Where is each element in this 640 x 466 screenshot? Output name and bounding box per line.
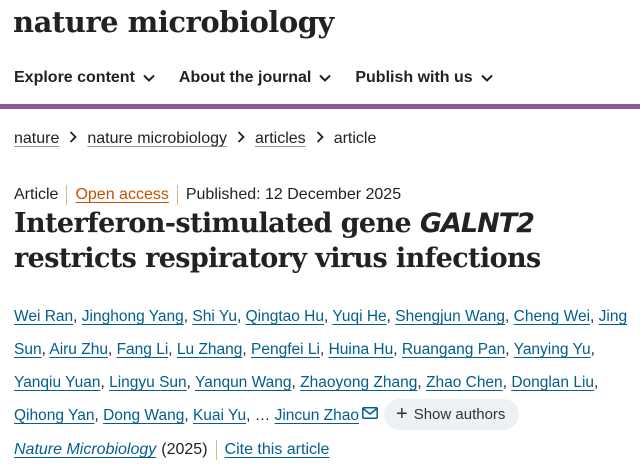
nav-label: Explore content xyxy=(14,69,135,86)
author-separator: , xyxy=(386,308,396,325)
article-type: Article xyxy=(14,186,59,203)
citation-line: Nature Microbiology (2025) Cite this art… xyxy=(14,440,329,460)
breadcrumb-current: article xyxy=(333,130,377,147)
author-separator: , xyxy=(186,374,196,391)
author-separator: , xyxy=(73,308,82,325)
published-date: Published: 12 December 2025 xyxy=(185,186,402,203)
author-link[interactable]: Qihong Yan xyxy=(14,407,94,424)
chevron-down-icon xyxy=(319,74,332,82)
author-link[interactable]: Yanying Yu xyxy=(514,341,591,358)
chevron-right-icon xyxy=(69,130,78,148)
author-link[interactable]: Shi Yu xyxy=(192,308,237,325)
chevron-down-icon xyxy=(480,74,493,82)
author-separator: , xyxy=(319,341,329,358)
title-part: restricts respiratory virus infections xyxy=(14,243,541,274)
author-separator: , xyxy=(107,341,117,358)
author-link[interactable]: Pengfei Li xyxy=(251,341,320,358)
citation-divider xyxy=(215,440,217,460)
article-title: Interferon-stimulated gene GALNT2 restri… xyxy=(14,206,634,276)
journal-link[interactable]: Nature Microbiology xyxy=(14,441,156,459)
breadcrumb-link-nature[interactable]: nature xyxy=(14,130,59,148)
main-nav: Explore content About the journal Publis… xyxy=(0,62,640,96)
title-part: Interferon-stimulated gene xyxy=(14,208,420,239)
author-link[interactable]: Airu Zhu xyxy=(49,341,108,358)
author-separator: , xyxy=(417,374,426,391)
author-link[interactable]: Donglan Liu xyxy=(511,374,594,391)
author-list: Wei Ran, Jinghong Yang, Shi Yu, Qingtao … xyxy=(14,300,634,432)
author-link[interactable]: Yuqi He xyxy=(332,308,386,325)
author-separator: , xyxy=(590,308,599,325)
nav-divider xyxy=(0,104,640,109)
nav-label: Publish with us xyxy=(355,69,473,86)
author-separator: , xyxy=(242,341,252,358)
author-link[interactable]: Dong Wang xyxy=(103,407,184,424)
author-link[interactable]: Shengjun Wang xyxy=(395,308,505,325)
author-separator: , xyxy=(505,308,514,325)
envelope-icon[interactable] xyxy=(362,398,378,431)
author-separator: , xyxy=(184,407,193,424)
author-separator: , xyxy=(590,341,595,358)
author-link[interactable]: Wei Ran xyxy=(14,308,73,325)
masthead: nature microbiology Explore content Abou… xyxy=(0,0,640,109)
nav-label: About the journal xyxy=(178,69,312,86)
breadcrumb-link-nature-microbiology[interactable]: nature microbiology xyxy=(87,130,227,148)
author-link[interactable]: Zhaoyong Zhang xyxy=(300,374,417,391)
author-link[interactable]: Zhao Chen xyxy=(426,374,503,391)
author-separator: , xyxy=(594,374,599,391)
nav-explore-content[interactable]: Explore content xyxy=(14,62,155,94)
nav-publish-with-us[interactable]: Publish with us xyxy=(355,62,493,94)
plus-icon: + xyxy=(396,403,408,426)
author-separator: , xyxy=(168,341,177,358)
author-link[interactable]: Jinghong Yang xyxy=(82,308,184,325)
author-separator: , xyxy=(236,308,246,325)
open-access-link[interactable]: Open access xyxy=(75,186,168,204)
meta-divider xyxy=(66,185,68,205)
author-link[interactable]: Ruangang Pan xyxy=(402,341,505,358)
author-link[interactable]: Yanqiu Yuan xyxy=(14,374,100,391)
author-link[interactable]: Lu Zhang xyxy=(177,341,243,358)
breadcrumb-link-articles[interactable]: articles xyxy=(255,130,306,148)
show-authors-button[interactable]: + Show authors xyxy=(384,398,520,430)
show-authors-label: Show authors xyxy=(413,405,506,423)
author-link[interactable]: Fang Li xyxy=(117,341,169,358)
chevron-right-icon xyxy=(316,130,324,148)
author-link-corresponding[interactable]: Jincun Zhao xyxy=(275,407,359,424)
article-meta: Article Open access Published: 12 Decemb… xyxy=(14,185,401,205)
site-logo[interactable]: nature microbiology xyxy=(13,2,334,42)
citation-year: (2025) xyxy=(161,441,208,458)
author-link[interactable]: Qingtao Hu xyxy=(246,308,324,325)
nav-about-journal[interactable]: About the journal xyxy=(178,62,332,94)
breadcrumb: nature nature microbiology articles arti… xyxy=(14,130,376,148)
author-link[interactable]: Yanqun Wang xyxy=(195,374,292,391)
chevron-down-icon xyxy=(143,74,155,82)
author-separator: , xyxy=(393,341,402,358)
author-link[interactable]: Huina Hu xyxy=(329,341,394,358)
author-separator: , xyxy=(246,407,255,424)
author-separator: , xyxy=(94,407,104,424)
meta-divider xyxy=(176,185,178,205)
author-link[interactable]: Kuai Yu xyxy=(193,407,246,424)
cite-article-link[interactable]: Cite this article xyxy=(225,441,330,459)
title-gene: GALNT2 xyxy=(419,208,535,239)
author-separator: , xyxy=(100,374,110,391)
author-separator: , xyxy=(505,341,514,358)
author-separator: , xyxy=(291,374,301,391)
author-ellipsis: … xyxy=(254,407,271,424)
author-link[interactable]: Cheng Wei xyxy=(514,308,590,325)
author-link[interactable]: Lingyu Sun xyxy=(109,374,187,391)
chevron-right-icon xyxy=(237,130,245,148)
